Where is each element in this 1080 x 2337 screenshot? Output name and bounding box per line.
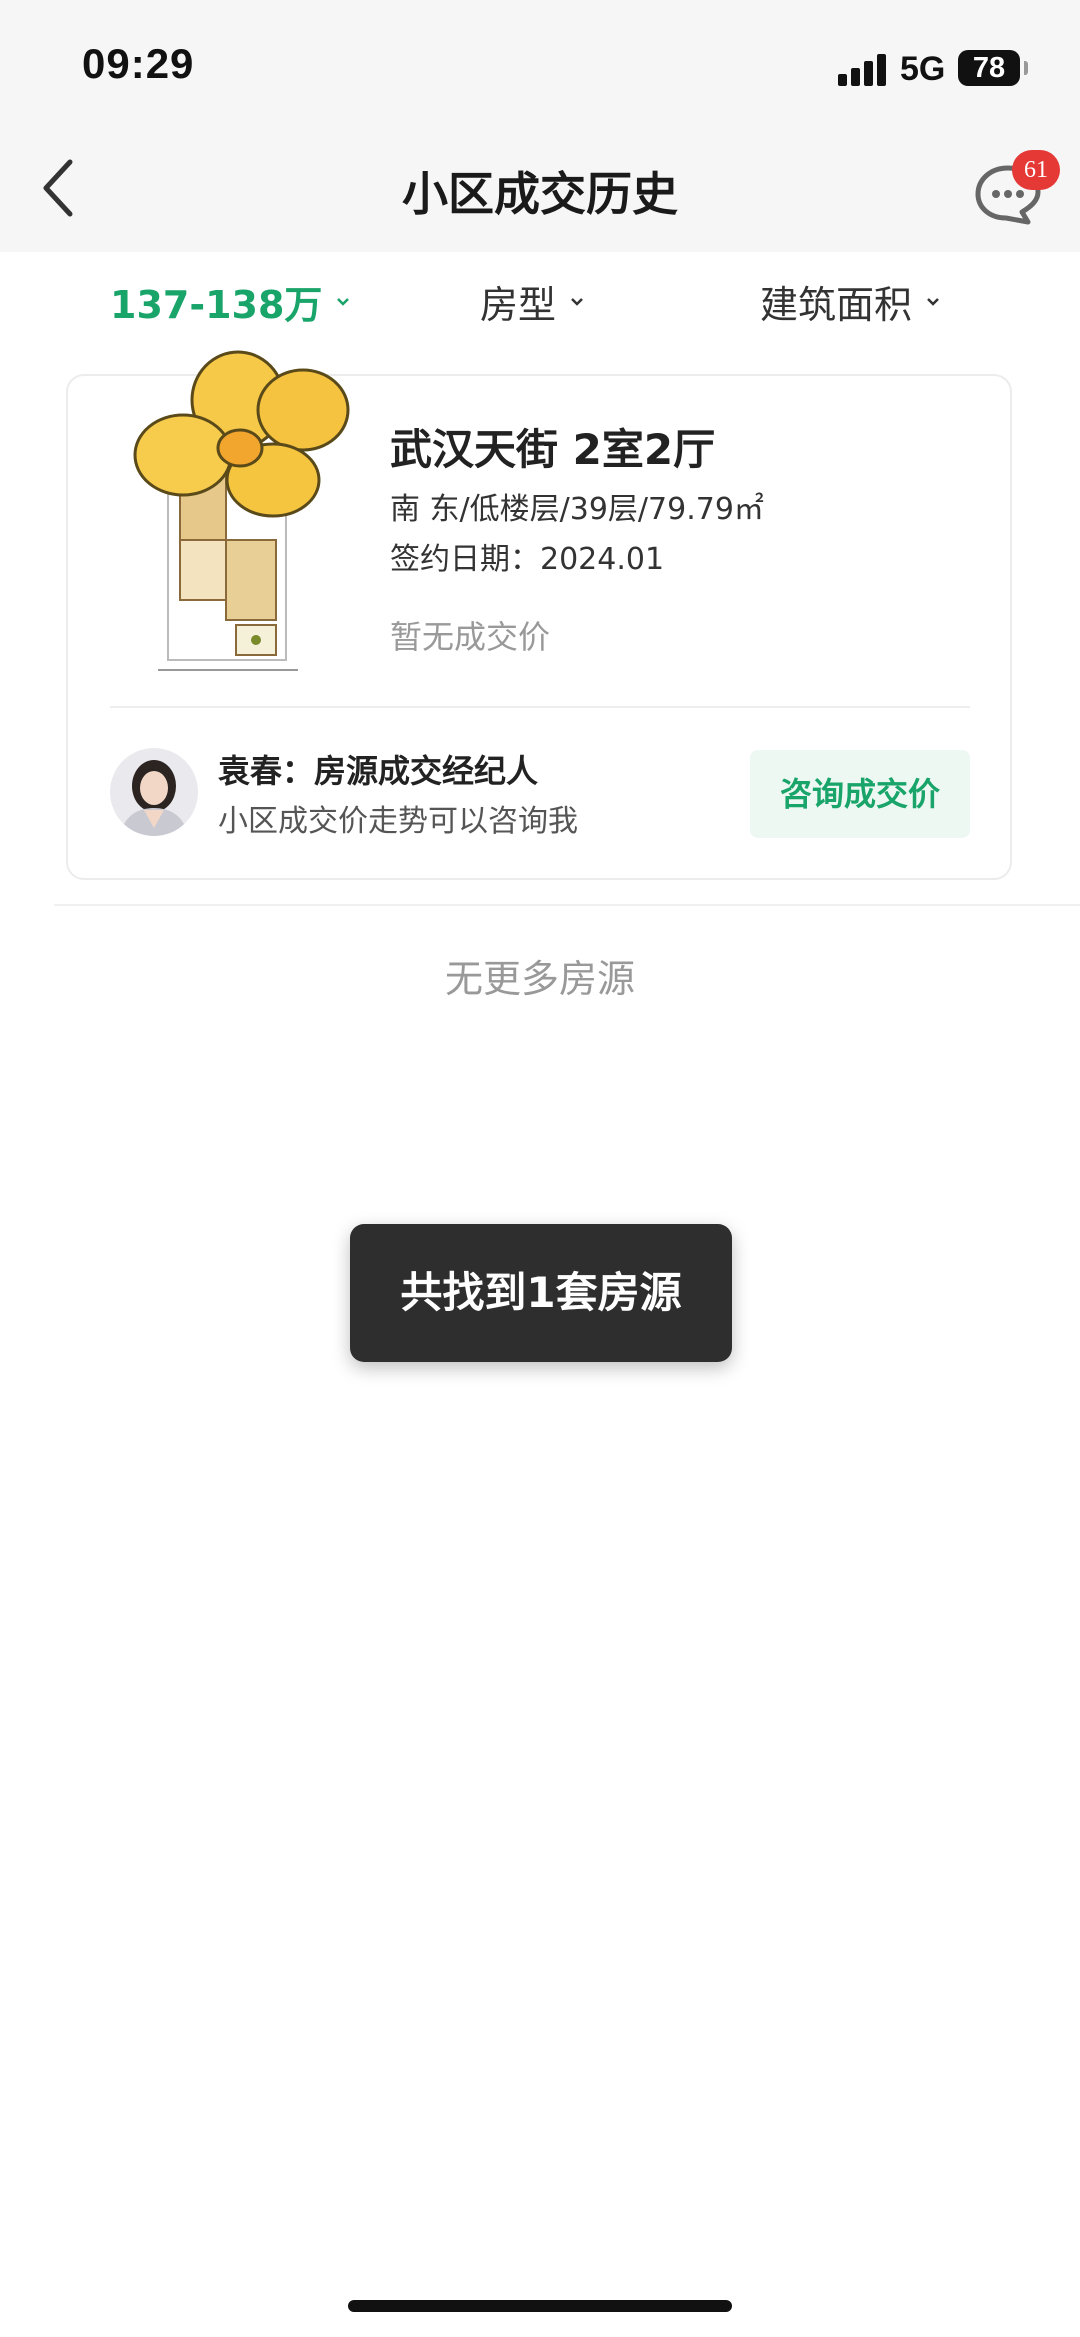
agent-photo	[110, 748, 198, 836]
status-bar: 09:29 5G 78	[0, 0, 1080, 130]
filter-bar: 137-138万 房型 建筑面积	[0, 252, 1080, 352]
chevron-down-icon	[571, 297, 583, 306]
no-more-listings: 无更多房源	[444, 957, 635, 1001]
battery-icon: 78	[958, 50, 1028, 86]
agent-description: 小区成交价走势可以咨询我	[218, 804, 578, 839]
filter-room-type[interactable]: 房型	[480, 274, 584, 329]
filter-area[interactable]: 建筑面积	[760, 274, 940, 329]
filter-room-type-label: 房型	[480, 283, 557, 327]
network-label: 5G	[900, 50, 946, 88]
result-toast: 共找到1套房源	[350, 1224, 732, 1362]
chevron-down-icon	[927, 297, 939, 306]
consult-price-button[interactable]: 咨询成交价	[750, 750, 970, 838]
listing-card[interactable]: 武汉天街 2室2厅 南 东/低楼层/39层/79.79㎡ 签约日期：2024.0…	[66, 350, 1012, 880]
listing-title: 武汉天街 2室2厅	[390, 425, 716, 474]
agent-avatar[interactable]	[110, 748, 198, 836]
agent-name: 袁春：房源成交经纪人	[218, 752, 539, 790]
chevron-down-icon	[337, 297, 350, 306]
status-time: 09:29	[82, 40, 195, 87]
card-divider	[110, 706, 970, 708]
sign-date: 签约日期：2024.01	[390, 542, 665, 577]
listing-info: 南 东/低楼层/39层/79.79㎡	[390, 492, 764, 527]
unread-badge: 61	[1012, 150, 1060, 190]
page-title: 小区成交历史	[402, 167, 678, 221]
floorplan-thumbnail	[133, 350, 350, 671]
nav-bar: 小区成交历史 61	[0, 130, 1080, 252]
list-separator	[54, 904, 1080, 906]
filter-price[interactable]: 137-138万	[110, 274, 350, 329]
filter-area-label: 建筑面积	[760, 283, 913, 327]
home-indicator[interactable]	[348, 2300, 732, 2312]
deal-price: 暂无成交价	[390, 618, 551, 656]
filter-price-label: 137-138万	[110, 283, 323, 327]
signal-icon	[838, 54, 888, 86]
